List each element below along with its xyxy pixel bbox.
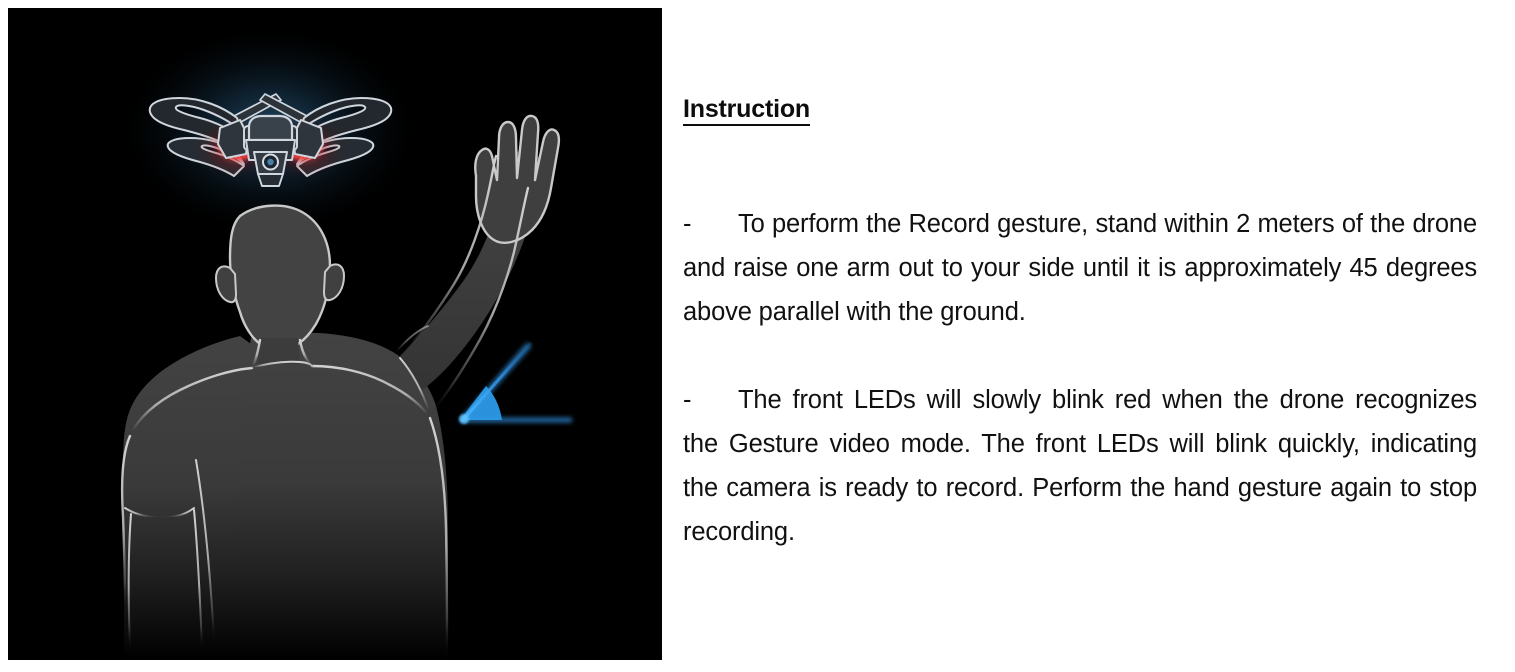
- instruction-text-panel: Instruction - To perform the Record gestu…: [678, 0, 1478, 672]
- drone-body-shell: [247, 114, 294, 142]
- drone-camera-lens-inner: [267, 158, 274, 166]
- paragraph-1-marker: -: [683, 209, 692, 238]
- illustration-canvas: [8, 8, 662, 660]
- drone-lower-body: [257, 173, 284, 187]
- record-gesture-illustration: [8, 8, 662, 660]
- instruction-paragraph-1: - To perform the Record gesture, stand wi…: [683, 202, 1477, 334]
- paragraph-1-text: To perform the Record gesture, stand wit…: [683, 209, 1477, 326]
- paragraph-2-marker: -: [683, 385, 692, 414]
- angle-vertex-highlight: [459, 414, 469, 424]
- paragraph-2-text: The front LEDs will slowly blink red whe…: [683, 385, 1477, 546]
- instruction-heading: Instruction: [683, 96, 810, 127]
- page-root: Instruction - To perform the Record gestu…: [0, 0, 1515, 672]
- person-head: [228, 204, 332, 346]
- person-neck: [258, 338, 300, 364]
- instruction-paragraph-2: - The front LEDs will slowly blink red wh…: [683, 378, 1477, 554]
